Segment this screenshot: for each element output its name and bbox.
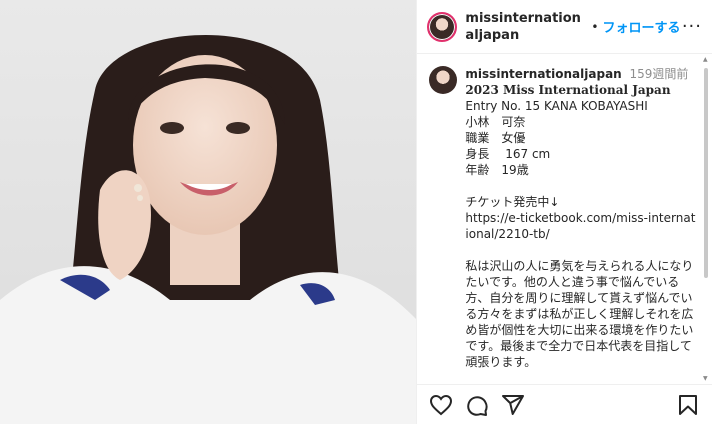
caption-line: 身長 167 cm <box>465 147 551 161</box>
share-icon[interactable] <box>501 393 525 417</box>
more-options-icon[interactable]: ··· <box>682 16 702 37</box>
caption-line: 年齢 19歳 <box>465 163 529 177</box>
caption-row: missinternationaljapan 159週間前 2023 Miss … <box>429 66 698 370</box>
header-username[interactable]: missinternationaljapan <box>465 10 585 44</box>
caption-line: 職業 女優 <box>465 131 526 145</box>
heart-icon[interactable] <box>429 393 453 417</box>
follow-button[interactable]: フォローする <box>603 17 681 36</box>
caption-username[interactable]: missinternationaljapan <box>465 67 621 81</box>
caption-line: 小林 可奈 <box>465 115 526 129</box>
scroll-up-icon[interactable]: ▲ <box>703 56 708 63</box>
portrait-image <box>0 35 417 424</box>
post-time[interactable]: 159週間前 <box>630 67 689 81</box>
scroll-down-icon[interactable]: ▼ <box>703 375 708 382</box>
bookmark-icon[interactable] <box>676 393 700 417</box>
scrollbar[interactable]: ▲ ▼ <box>702 54 710 384</box>
ticket-link[interactable]: https://e-ticketbook.com/miss-internatio… <box>465 210 698 242</box>
post-sidebar: missinternationaljapan • フォローする ··· miss… <box>416 0 712 424</box>
caption-text: missinternationaljapan 159週間前 2023 Miss … <box>465 66 698 370</box>
post-header: missinternationaljapan • フォローする ··· <box>417 0 712 54</box>
caption-title: 2023 Miss International Japan <box>465 83 671 97</box>
scrollbar-thumb[interactable] <box>704 68 708 278</box>
action-bar <box>417 384 712 424</box>
caption-line: Entry No. 15 KANA KOBAYASHI <box>465 99 648 113</box>
post-photo[interactable] <box>0 0 417 424</box>
caption-avatar[interactable] <box>429 66 458 94</box>
instagram-post: missinternationaljapan • フォローする ··· miss… <box>0 0 712 424</box>
caption-area: missinternationaljapan 159週間前 2023 Miss … <box>417 54 712 384</box>
ticket-label: チケット発売中↓ <box>465 195 560 209</box>
comment-icon[interactable] <box>465 393 489 417</box>
caption-message: 私は沢山の人に勇気を与えられる人になりたいです。他の人と違う事で悩んでいる方、自… <box>465 259 694 369</box>
avatar[interactable] <box>427 11 458 42</box>
separator-dot: • <box>591 19 599 34</box>
